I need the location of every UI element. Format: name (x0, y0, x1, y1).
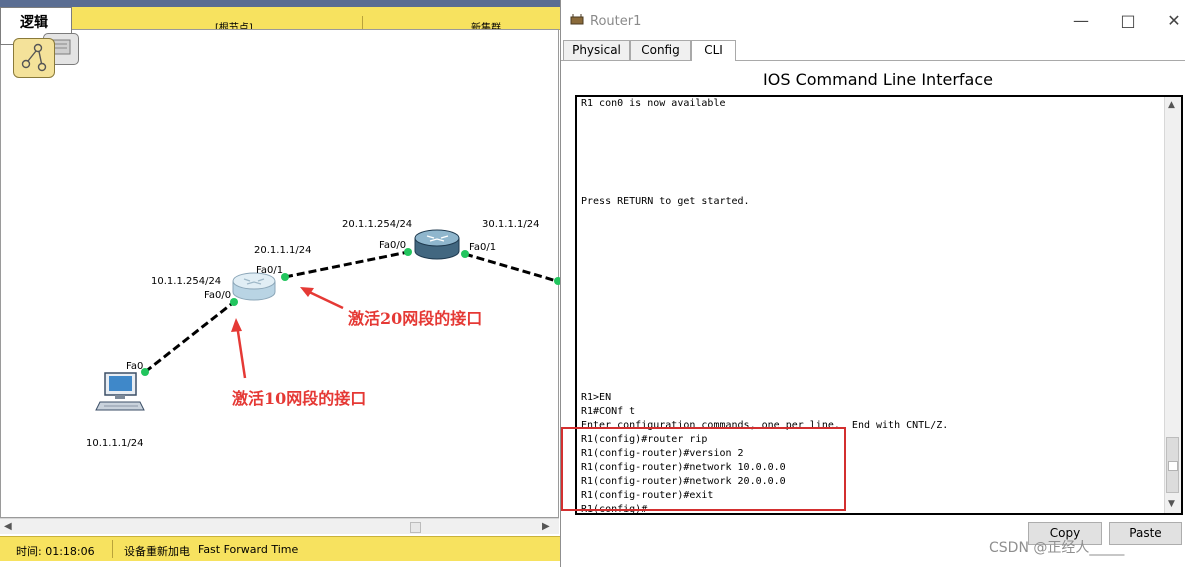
cli-line (581, 363, 948, 377)
cli-line: R1>EN (581, 392, 612, 403)
topology-diagram: Fa0 10.1.1.1/24 Fa0/0 10.1.1.254/24 Fa0/… (86, 219, 560, 449)
cli-line (581, 307, 948, 321)
tab-cli[interactable]: CLI (691, 40, 736, 61)
cli-line (581, 181, 948, 195)
scroll-thumb[interactable] (410, 522, 421, 533)
r2-fa00-ip-label: 20.1.1.254/24 (342, 219, 412, 230)
r1-fa00-label: Fa0/0 (204, 290, 231, 301)
router-app-icon (570, 14, 584, 25)
link-r2-r3[interactable] (464, 252, 560, 284)
r2-fa00-label: Fa0/0 (379, 240, 406, 251)
annotation-arrow-20 (300, 287, 344, 310)
cli-line (581, 167, 948, 181)
cli-line (581, 237, 948, 251)
cli-line (581, 111, 948, 125)
r2-fa01-ip-label: 30.1.1.1/24 (482, 219, 539, 230)
status-divider (112, 540, 113, 558)
simulation-time: 时间: 01:18:06 (16, 545, 95, 558)
cli-line (581, 125, 948, 139)
title-bar[interactable]: Router1 — □ ✕ (561, 0, 1185, 40)
cli-line (581, 209, 948, 223)
cli-line: Press RETURN to get started. (581, 196, 750, 207)
topology-icon (21, 43, 47, 72)
cli-line (581, 279, 948, 293)
r1-fa00-link-light (230, 298, 238, 306)
link-pc-r1[interactable] (144, 300, 235, 374)
window-title: Router1 (590, 14, 642, 29)
scroll-left-icon[interactable]: ◀ (4, 521, 12, 532)
tab-bar: Physical Config CLI (561, 40, 1185, 61)
annotation-20-text: 激活20网段的接口 (348, 309, 482, 328)
logical-workspace: [根节点] 新集群 逻辑 (0, 0, 560, 567)
csdn-watermark: CSDN @正经人_____ (989, 540, 1125, 556)
cli-line: R1 con0 is now available (581, 98, 726, 109)
r1-fa01-label: Fa0/1 (256, 265, 283, 276)
vertical-scrollbar[interactable]: ▲ ▼ (1164, 97, 1181, 513)
scroll-grip[interactable] (1168, 461, 1178, 471)
pc-interface-label: Fa0 (126, 361, 143, 372)
scroll-right-icon[interactable]: ▶ (542, 521, 550, 532)
maximize-button[interactable]: □ (1113, 8, 1143, 34)
minimize-button[interactable]: — (1066, 8, 1096, 34)
router1-window: Router1 — □ ✕ Physical Config CLI IOS Co… (560, 0, 1185, 567)
cli-line (581, 293, 948, 307)
cli-line (581, 251, 948, 265)
cli-line (581, 223, 948, 237)
cli-line (581, 139, 948, 153)
pc-icon[interactable] (95, 372, 145, 411)
pc-ip-label: 10.1.1.1/24 (86, 438, 143, 449)
rip-config-highlight (561, 427, 846, 511)
r1-fa00-ip-label: 10.1.1.254/24 (151, 276, 221, 287)
annotation-10-text: 激活10网段的接口 (232, 389, 366, 408)
cli-line (581, 349, 948, 363)
r1-fa01-ip-label: 20.1.1.1/24 (254, 245, 311, 256)
r2-fa01-label: Fa0/1 (469, 242, 496, 253)
cli-line: R1#CONf t (581, 406, 636, 417)
logical-tab-label: 逻辑 (20, 15, 48, 31)
cli-line (581, 265, 948, 279)
scroll-up-icon[interactable]: ▲ (1168, 100, 1175, 110)
power-cycle-devices-button[interactable]: 设备重新加电 (124, 543, 190, 559)
close-button[interactable]: ✕ (1159, 8, 1185, 34)
r2-fa01-link-light (461, 250, 469, 258)
router-r2-icon[interactable] (414, 229, 460, 260)
annotation-arrow-10 (231, 318, 247, 379)
status-bar: 时间: 01:18:06 设备重新加电 Fast Forward Time (0, 536, 560, 561)
cli-line (581, 335, 948, 349)
cli-line (581, 321, 948, 335)
fast-forward-time-button[interactable]: Fast Forward Time (198, 543, 298, 556)
router-r1-icon[interactable] (232, 272, 276, 301)
tab-physical[interactable]: Physical (563, 40, 630, 60)
cli-line (581, 153, 948, 167)
scroll-down-icon[interactable]: ▼ (1168, 499, 1175, 509)
cli-heading: IOS Command Line Interface (763, 70, 993, 89)
cli-line (581, 377, 948, 391)
horizontal-scrollbar[interactable]: ◀ ▶ (0, 518, 559, 534)
tab-config[interactable]: Config (630, 40, 691, 60)
logical-view-toggle[interactable] (13, 38, 55, 78)
